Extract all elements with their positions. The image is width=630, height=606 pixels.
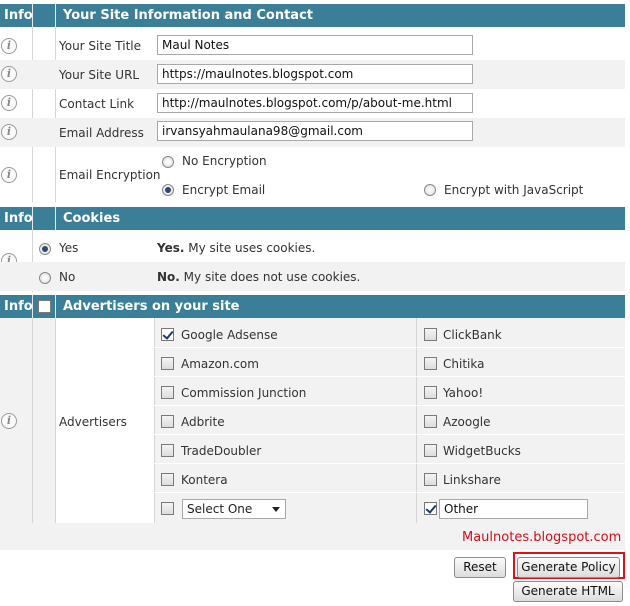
email-input[interactable]: irvansyahmaulana98@gmail.com	[157, 121, 473, 141]
advertiser-label: Azoogle	[443, 415, 491, 429]
chevron-down-icon	[272, 507, 280, 512]
watermark-text: Maulnotes.blogspot.com	[462, 530, 622, 545]
cookies-no-description: No. My site does not use cookies.	[157, 270, 360, 284]
advertiser-checkbox[interactable]	[424, 386, 437, 399]
advertiser-label: Kontera	[181, 473, 228, 487]
site-url-row: i Your Site URL https://maulnotes.blogsp…	[0, 60, 625, 89]
cookies-yes-description: Yes. My site uses cookies.	[157, 241, 315, 255]
advertisers-label: Advertisers	[59, 415, 127, 429]
encrypt-email-radio[interactable]	[162, 184, 174, 196]
contact-link-row: i Contact Link http://maulnotes.blogspot…	[0, 89, 625, 118]
site-title-label: Your Site Title	[59, 39, 142, 53]
cookies-yes-label: Yes	[59, 241, 79, 255]
select-all-advertisers-checkbox[interactable]	[38, 300, 51, 313]
info-column-label: Info	[4, 8, 33, 23]
advertiser-checkbox[interactable]	[161, 415, 174, 428]
cookies-yes-radio[interactable]	[39, 243, 51, 255]
row-separator	[154, 463, 625, 464]
advertiser-label: TradeDoubler	[181, 444, 262, 458]
header-separator	[32, 4, 33, 27]
info-icon[interactable]: i	[1, 413, 17, 429]
advertiser-label: Chitika	[443, 357, 485, 371]
advertiser-select-value: Select One	[187, 502, 253, 516]
advertiser-label: Commission Junction	[181, 386, 307, 400]
advertiser-checkbox[interactable]	[161, 386, 174, 399]
header-separator	[55, 207, 56, 230]
header-separator	[32, 207, 33, 230]
advertiser-checkbox[interactable]	[424, 357, 437, 370]
generate-policy-button[interactable]: Generate Policy	[517, 557, 620, 578]
section-title: Advertisers on your site	[63, 299, 240, 314]
advertiser-label: Linkshare	[443, 473, 501, 487]
site-url-input[interactable]: https://maulnotes.blogspot.com	[157, 64, 473, 84]
row-separator	[154, 376, 625, 377]
header-separator	[32, 295, 33, 318]
advertiser-label: Amazon.com	[181, 357, 259, 371]
column-divider	[55, 318, 56, 523]
advertiser-checkbox[interactable]	[424, 444, 437, 457]
row-separator	[154, 405, 625, 406]
advertiser-checkbox[interactable]	[424, 473, 437, 486]
cookies-no-row: No No. My site does not use cookies.	[0, 262, 625, 291]
advertiser-checkbox[interactable]	[424, 415, 437, 428]
contact-link-input[interactable]: http://maulnotes.blogspot.com/p/about-me…	[157, 93, 473, 113]
advertiser-checkbox[interactable]	[161, 328, 174, 341]
other-advertiser-input[interactable]: Other	[439, 499, 588, 519]
email-label: Email Address	[59, 126, 144, 140]
cookies-no-label: No	[59, 270, 76, 284]
encrypt-javascript-label: Encrypt with JavaScript	[444, 183, 584, 197]
advertiser-label: Google Adsense	[181, 328, 278, 342]
header-separator	[55, 295, 56, 318]
advertiser-checkbox[interactable]	[161, 444, 174, 457]
custom-advertiser-checkbox[interactable]	[161, 502, 174, 515]
email-encryption-label: Email Encryption	[59, 168, 161, 182]
generate-html-button[interactable]: Generate HTML	[513, 581, 623, 602]
advertiser-checkbox[interactable]	[161, 473, 174, 486]
site-info-header: Info Your Site Information and Contact	[0, 4, 625, 27]
cookies-header: Info Cookies	[0, 207, 625, 230]
advertiser-select[interactable]: Select One	[182, 499, 286, 519]
advertiser-label: Adbrite	[181, 415, 225, 429]
info-column-label: Info	[4, 211, 33, 226]
contact-link-label: Contact Link	[59, 97, 135, 111]
info-column-label: Info	[4, 299, 33, 314]
advertiser-checkbox[interactable]	[161, 357, 174, 370]
site-title-row: i Your Site Title Maul Notes	[0, 31, 625, 60]
reset-button[interactable]: Reset	[454, 557, 506, 578]
cookies-yes-bold: Yes.	[157, 241, 185, 255]
info-icon[interactable]: i	[1, 38, 17, 54]
email-row: i Email Address irvansyahmaulana98@gmail…	[0, 118, 625, 147]
advertiser-checkbox[interactable]	[424, 328, 437, 341]
header-separator	[55, 4, 56, 27]
info-icon[interactable]: i	[1, 95, 17, 111]
advertiser-label: WidgetBucks	[443, 444, 521, 458]
row-separator	[154, 434, 625, 435]
row-separator	[154, 347, 625, 348]
site-url-label: Your Site URL	[59, 68, 140, 82]
advertisers-header: Info Advertisers on your site	[0, 295, 625, 318]
info-icon[interactable]: i	[1, 66, 17, 82]
other-advertiser-checkbox[interactable]	[424, 502, 437, 515]
row-separator	[154, 492, 625, 493]
cookies-yes-text: My site uses cookies.	[184, 241, 316, 255]
info-icon[interactable]: i	[1, 167, 17, 183]
section-title: Your Site Information and Contact	[63, 8, 314, 23]
email-encryption-row: i Email Encryption No Encryption Encrypt…	[0, 147, 625, 202]
cookies-yes-row: Yes Yes. My site uses cookies.	[0, 233, 625, 262]
cookies-no-bold: No.	[157, 270, 180, 284]
advertiser-label: ClickBank	[443, 328, 502, 342]
advertiser-label: Yahoo!	[443, 386, 484, 400]
column-divider	[32, 318, 33, 523]
no-encryption-radio[interactable]	[162, 156, 174, 168]
cookies-no-text: My site does not use cookies.	[179, 270, 361, 284]
info-icon[interactable]: i	[1, 124, 17, 140]
site-title-input[interactable]: Maul Notes	[157, 35, 473, 55]
section-title: Cookies	[63, 211, 121, 226]
encrypt-javascript-radio[interactable]	[424, 184, 436, 196]
no-encryption-label: No Encryption	[182, 154, 267, 168]
encrypt-email-label: Encrypt Email	[182, 183, 266, 197]
cookies-no-radio[interactable]	[39, 272, 51, 284]
